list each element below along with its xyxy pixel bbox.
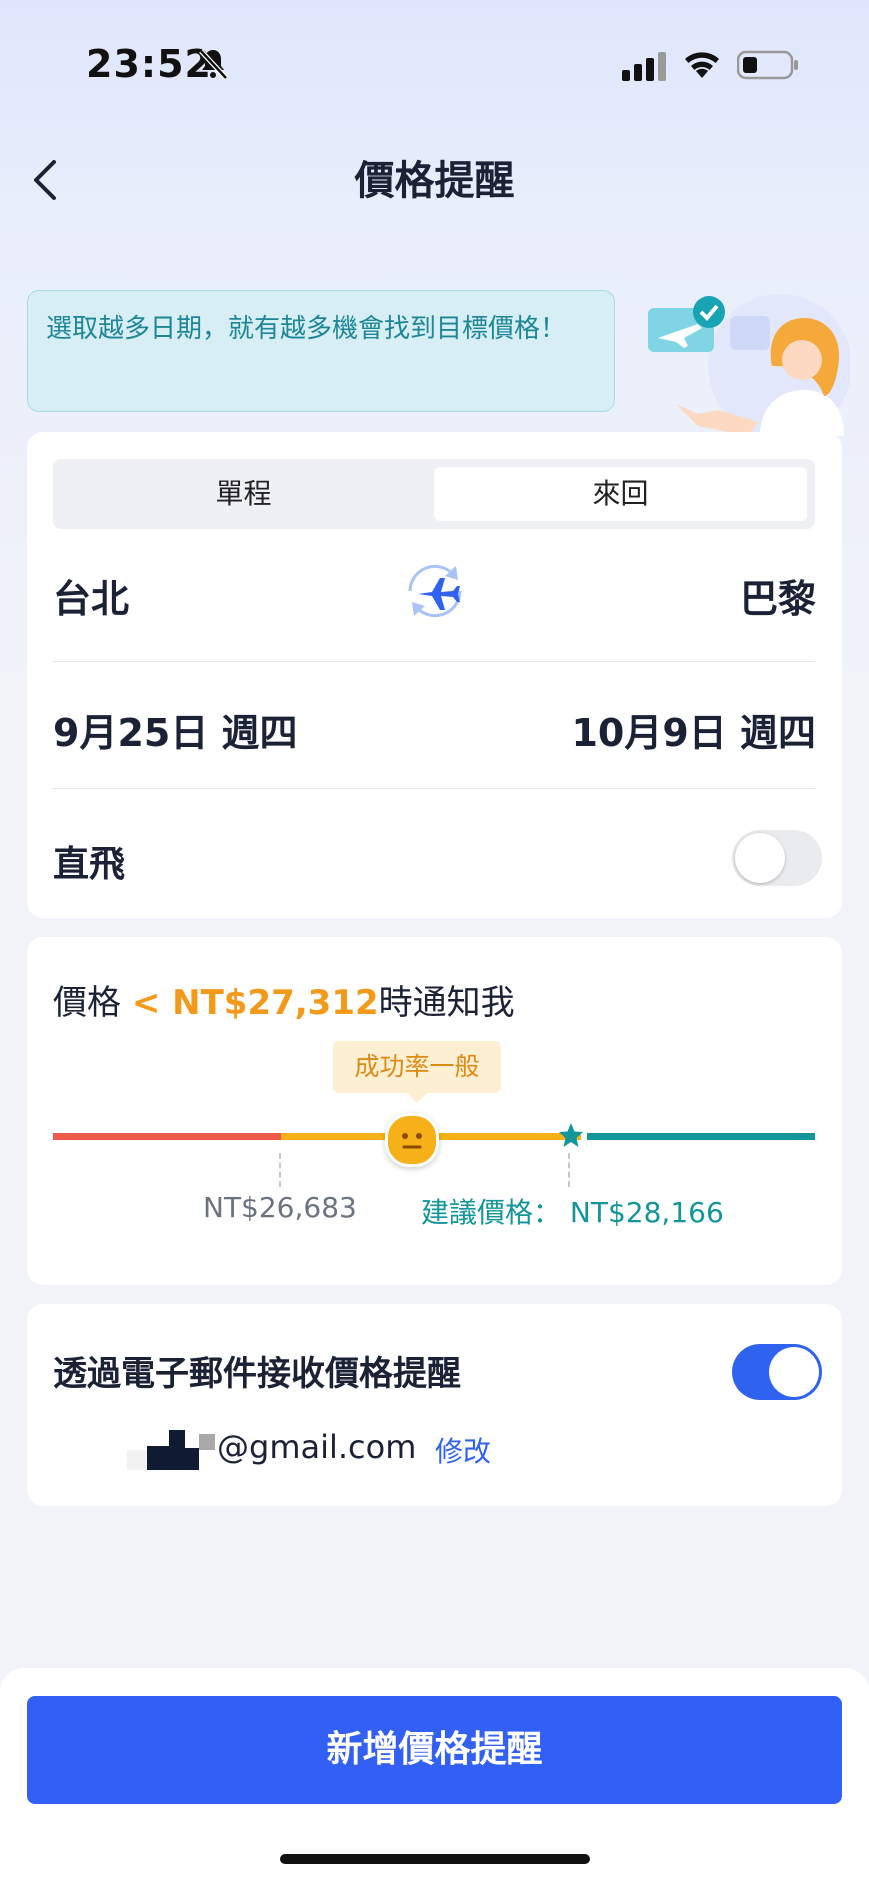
status-time: 23:52 bbox=[86, 42, 212, 86]
return-date[interactable]: 10月9日 週四 bbox=[571, 702, 816, 757]
edit-email-link[interactable]: 修改 bbox=[435, 1430, 491, 1470]
email-alert-card: 透過電子郵件接收價格提醒 @gmail.com 修改 bbox=[27, 1304, 842, 1506]
success-rate-tooltip: 成功率一般 bbox=[333, 1041, 501, 1103]
swap-route-icon[interactable] bbox=[398, 554, 472, 628]
direct-flight-toggle[interactable] bbox=[732, 830, 822, 886]
divider bbox=[53, 788, 815, 789]
suggested-price-value: NT$28,166 bbox=[569, 1196, 724, 1229]
tip-banner: 選取越多日期，就有越多機會找到目標價格！ bbox=[27, 290, 615, 412]
redacted-email-mask bbox=[127, 1430, 215, 1470]
toggle-knob bbox=[735, 833, 785, 883]
suggested-price-caption: 建議價格： bbox=[421, 1196, 562, 1229]
page-title: 價格提醒 bbox=[354, 158, 515, 204]
price-prefix: 價格 bbox=[53, 983, 121, 1023]
toggle-knob bbox=[769, 1347, 819, 1397]
destination-city[interactable]: 巴黎 bbox=[740, 568, 816, 623]
price-alert-sentence: 價格 < NT$27,312時通知我 bbox=[53, 975, 515, 1024]
divider bbox=[53, 661, 815, 662]
cellular-signal-icon bbox=[622, 52, 666, 81]
lowest-price-label: NT$26,683 bbox=[203, 1191, 357, 1224]
bell-muted-icon bbox=[199, 49, 228, 80]
price-bar-high bbox=[587, 1133, 815, 1140]
price-bar-low bbox=[53, 1133, 281, 1140]
low-price-tick bbox=[279, 1153, 281, 1187]
price-threshold-card: 價格 < NT$27,312時通知我 成功率一般 NT$26,683 建議價格：… bbox=[27, 937, 842, 1285]
suggested-price-tick bbox=[568, 1153, 570, 1187]
home-indicator bbox=[280, 1854, 590, 1864]
target-price: < NT$27,312 bbox=[131, 983, 379, 1023]
tab-round-trip[interactable]: 來回 bbox=[434, 467, 807, 521]
battery-icon bbox=[737, 50, 798, 80]
wifi-icon bbox=[685, 52, 719, 78]
price-slider-thumb[interactable] bbox=[385, 1113, 439, 1167]
bottom-action-bar: 新增價格提醒 bbox=[0, 1668, 869, 1884]
trip-type-segmented-control: 單程 來回 bbox=[53, 459, 815, 529]
star-icon bbox=[559, 1123, 583, 1147]
add-price-alert-button[interactable]: 新增價格提醒 bbox=[27, 1696, 842, 1804]
suggested-price-label: 建議價格： NT$28,166 bbox=[421, 1191, 724, 1231]
tab-one-way[interactable]: 單程 bbox=[53, 467, 434, 521]
departure-date[interactable]: 9月25日 週四 bbox=[53, 702, 298, 757]
traveler-illustration bbox=[648, 294, 850, 436]
price-suffix: 時通知我 bbox=[378, 983, 515, 1023]
email-address: @gmail.com bbox=[217, 1428, 417, 1466]
origin-city[interactable]: 台北 bbox=[53, 568, 129, 623]
direct-flight-label: 直飛 bbox=[53, 844, 126, 885]
email-alert-title: 透過電子郵件接收價格提醒 bbox=[53, 1354, 461, 1394]
flight-search-card: 單程 來回 台北 巴黎 9月25日 週四 10月9日 週四 直飛 bbox=[27, 432, 842, 918]
status-bar: 23:52 bbox=[0, 0, 869, 120]
email-alert-toggle[interactable] bbox=[732, 1344, 822, 1400]
neutral-face-icon bbox=[402, 1133, 422, 1149]
